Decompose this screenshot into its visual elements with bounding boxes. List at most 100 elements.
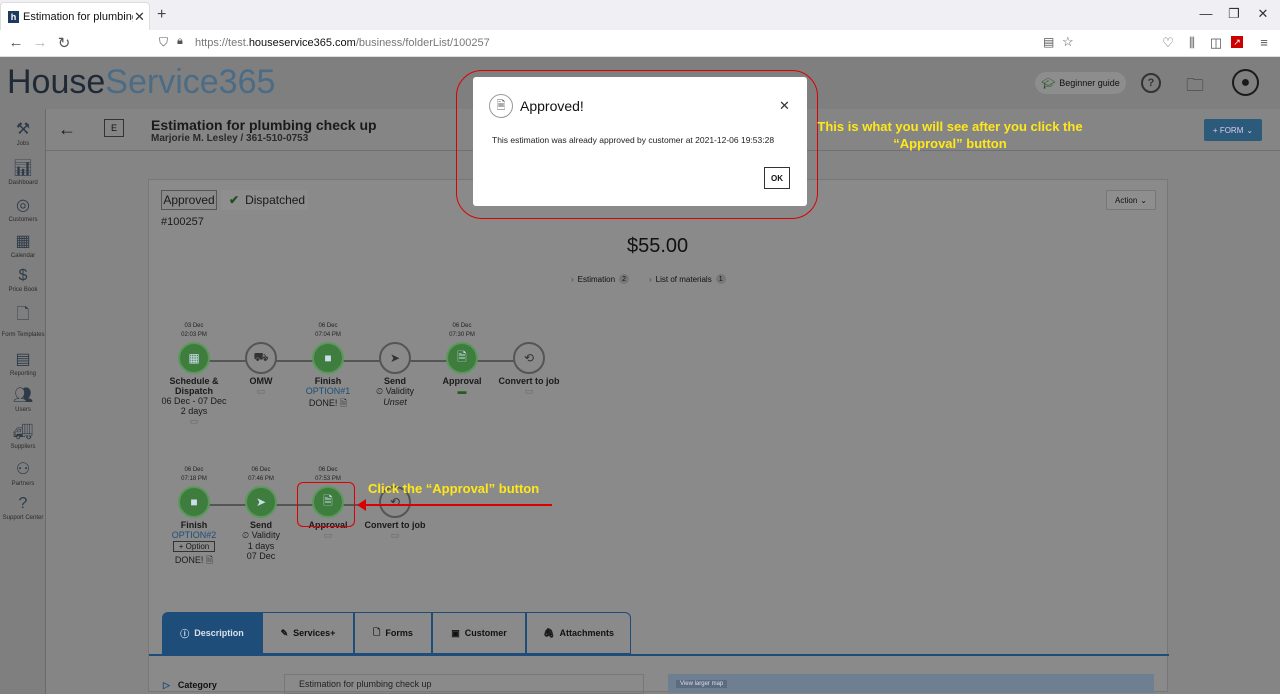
- suppliers-icon: 🚚︎: [12, 424, 34, 441]
- app-logo[interactable]: HouseService365: [7, 63, 275, 102]
- action-dropdown[interactable]: Action ⌄: [1106, 190, 1156, 210]
- pocket-icon[interactable]: ♡: [1159, 35, 1177, 51]
- ok-button[interactable]: OK: [764, 167, 790, 189]
- comment-icon[interactable]: ▭: [293, 530, 363, 541]
- step-approval-1[interactable]: 06 Dec 07:30 PM 🗎︎ Approval ▬: [427, 322, 497, 396]
- option-link[interactable]: OPTION#2: [159, 530, 229, 540]
- step-name: Finish: [180, 520, 208, 530]
- tab-attachments[interactable]: 🖇︎ Attachments: [526, 612, 631, 654]
- step-send-2[interactable]: 06 Dec 07:46 PM ➤ Send ⏲ Validity 1 days …: [226, 466, 296, 561]
- sidebar-item-suppliers[interactable]: 🚚︎ Suppliers: [0, 422, 46, 450]
- form-button-label: + FORM: [1212, 125, 1244, 135]
- back-arrow-icon[interactable]: ←: [58, 119, 76, 140]
- category-value: Estimation for plumbing check up: [299, 679, 432, 689]
- back-icon[interactable]: ←: [6, 34, 26, 51]
- tab-description[interactable]: ⓘ Description: [162, 612, 262, 654]
- annotation-top-line2: “Approval” button: [893, 136, 1007, 151]
- validity-label: Validity: [251, 530, 280, 540]
- map-preview[interactable]: View larger map: [668, 674, 1154, 693]
- action-label: Action: [1115, 195, 1138, 205]
- step-convert-1[interactable]: ⟲ Convert to job ▭: [494, 322, 564, 397]
- graduation-cap-icon: 🎓︎: [1041, 77, 1056, 90]
- validity-value: 1 days: [247, 541, 275, 551]
- tab-customer[interactable]: ▣ Customer: [432, 612, 526, 654]
- form-button[interactable]: + FORM ⌄: [1204, 119, 1262, 141]
- reader-view-icon[interactable]: ▤: [1043, 35, 1054, 49]
- comment-icon[interactable]: ▭: [494, 386, 564, 397]
- modal-close-icon[interactable]: ✕: [779, 98, 790, 114]
- comment-icon[interactable]: ▭: [360, 530, 430, 541]
- comment-icon[interactable]: ▬: [427, 386, 497, 396]
- address-bar[interactable]: ⛉ 🔒︎ https://test.houseservice365.com/bu…: [150, 32, 1080, 55]
- sidebar-item-dashboard[interactable]: 📊︎ Dashboard: [0, 158, 46, 186]
- sidebar-label: Support Center: [2, 515, 44, 521]
- sidebar-item-price-book[interactable]: $ Price Book: [0, 267, 46, 293]
- step-finish-1[interactable]: 06 Dec 07:04 PM ■ Finish OPTION#1 DONE! 🗎…: [293, 322, 363, 412]
- folder-icon[interactable]: 🗀︎: [1186, 73, 1204, 103]
- shield-icon: ⛉: [159, 35, 169, 49]
- help-icon[interactable]: ?: [1141, 73, 1161, 93]
- step-name: Send: [249, 520, 272, 530]
- comment-icon[interactable]: ▭: [159, 416, 229, 427]
- close-tab-icon[interactable]: ✕: [134, 9, 145, 25]
- sidebar-label: Dashboard: [8, 180, 38, 186]
- library-icon[interactable]: ⫼: [1183, 35, 1201, 51]
- price-book-icon: $: [18, 267, 28, 284]
- restore-icon[interactable]: ❐: [1224, 6, 1244, 22]
- new-tab-icon[interactable]: +: [157, 6, 166, 24]
- sidebar-item-reporting[interactable]: ▤ Reporting: [0, 349, 46, 377]
- left-sidebar: ⚒ Jobs 📊︎ Dashboard ◎ Customers ▦ Calendar $…: [0, 109, 46, 694]
- step-schedule-dispatch[interactable]: 03 Dec 02:03 PM ▦ Schedule & Dispatch 06 …: [159, 322, 229, 427]
- truck-icon: ⛟: [245, 342, 277, 374]
- step-omw[interactable]: ⛟ OMW ▭: [226, 322, 296, 397]
- materials-link[interactable]: › List of materials 1: [649, 274, 726, 284]
- step-name: Convert to job: [364, 520, 426, 530]
- estimation-number: #100257: [161, 216, 204, 228]
- annotation-click: Click the “Approval” button: [368, 481, 540, 496]
- tab-forms[interactable]: 🗋︎ Forms: [354, 612, 432, 654]
- step-name: Send: [383, 376, 406, 386]
- option-link[interactable]: OPTION#1: [293, 386, 363, 396]
- user-avatar-icon[interactable]: ●: [1232, 69, 1259, 96]
- bookmark-star-icon[interactable]: ☆: [1062, 34, 1074, 50]
- sidebar-toggle-icon[interactable]: ◫: [1207, 35, 1225, 51]
- extension-icon[interactable]: ↗: [1231, 36, 1243, 48]
- step-date: 06 Dec: [318, 323, 338, 329]
- document-icon[interactable]: 🗎︎: [340, 398, 347, 408]
- sidebar-label: Jobs: [16, 141, 30, 147]
- window-close-icon[interactable]: ✕: [1253, 6, 1273, 22]
- beginner-guide-button[interactable]: 🎓︎ Beginner guide: [1035, 72, 1126, 94]
- tab-label: Services+: [293, 628, 336, 638]
- tab-label: Description: [194, 628, 244, 638]
- send-icon: ➤: [245, 486, 277, 518]
- step-status: DONE!: [174, 555, 204, 565]
- page-subtitle: Marjorie M. Lesley / 361-510-0753: [151, 133, 309, 144]
- sidebar-item-calendar[interactable]: ▦ Calendar: [0, 231, 46, 259]
- step-finish-2[interactable]: 06 Dec 07:18 PM ■ Finish OPTION#2 + Optio…: [159, 466, 229, 569]
- reload-icon[interactable]: ↻: [54, 34, 74, 52]
- sidebar-label: Form Templates: [1, 332, 45, 338]
- add-option-button[interactable]: + Option: [173, 541, 215, 552]
- validity-date: 07 Dec: [246, 551, 276, 561]
- menu-icon[interactable]: ≡: [1255, 35, 1273, 50]
- check-icon: ✔: [229, 193, 240, 207]
- browser-tab[interactable]: h Estimation for plumbing check ✕: [0, 2, 150, 30]
- sidebar-item-partners[interactable]: ⚇ Partners: [0, 459, 46, 487]
- sidebar-item-customers[interactable]: ◎ Customers: [0, 195, 46, 223]
- view-larger-map-link[interactable]: View larger map: [676, 680, 728, 688]
- minimize-icon[interactable]: —: [1196, 6, 1216, 21]
- approved-doc-icon: 🗎︎: [489, 94, 513, 118]
- sidebar-item-jobs[interactable]: ⚒ Jobs: [0, 119, 46, 147]
- estimation-link[interactable]: › Estimation 2: [571, 274, 630, 284]
- browser-tab-bar: h Estimation for plumbing check ✕ + — ❐ …: [0, 0, 1280, 30]
- sidebar-item-support-center[interactable]: ? Support Center: [0, 495, 46, 521]
- sidebar-item-users[interactable]: 👥︎ Users: [0, 385, 46, 413]
- annotation-arrow-line: [364, 504, 552, 506]
- tab-services[interactable]: ✎ Services+: [262, 612, 354, 654]
- forward-icon[interactable]: →: [30, 34, 50, 51]
- category-select[interactable]: Estimation for plumbing check up: [284, 674, 644, 694]
- sidebar-item-form-templates[interactable]: 🗋︎ Form Templates: [0, 303, 46, 338]
- step-send-1[interactable]: ➤ Send ⏲ Validity Unset: [360, 322, 430, 407]
- document-icon[interactable]: 🗎︎: [206, 555, 213, 565]
- comment-icon[interactable]: ▭: [226, 386, 296, 397]
